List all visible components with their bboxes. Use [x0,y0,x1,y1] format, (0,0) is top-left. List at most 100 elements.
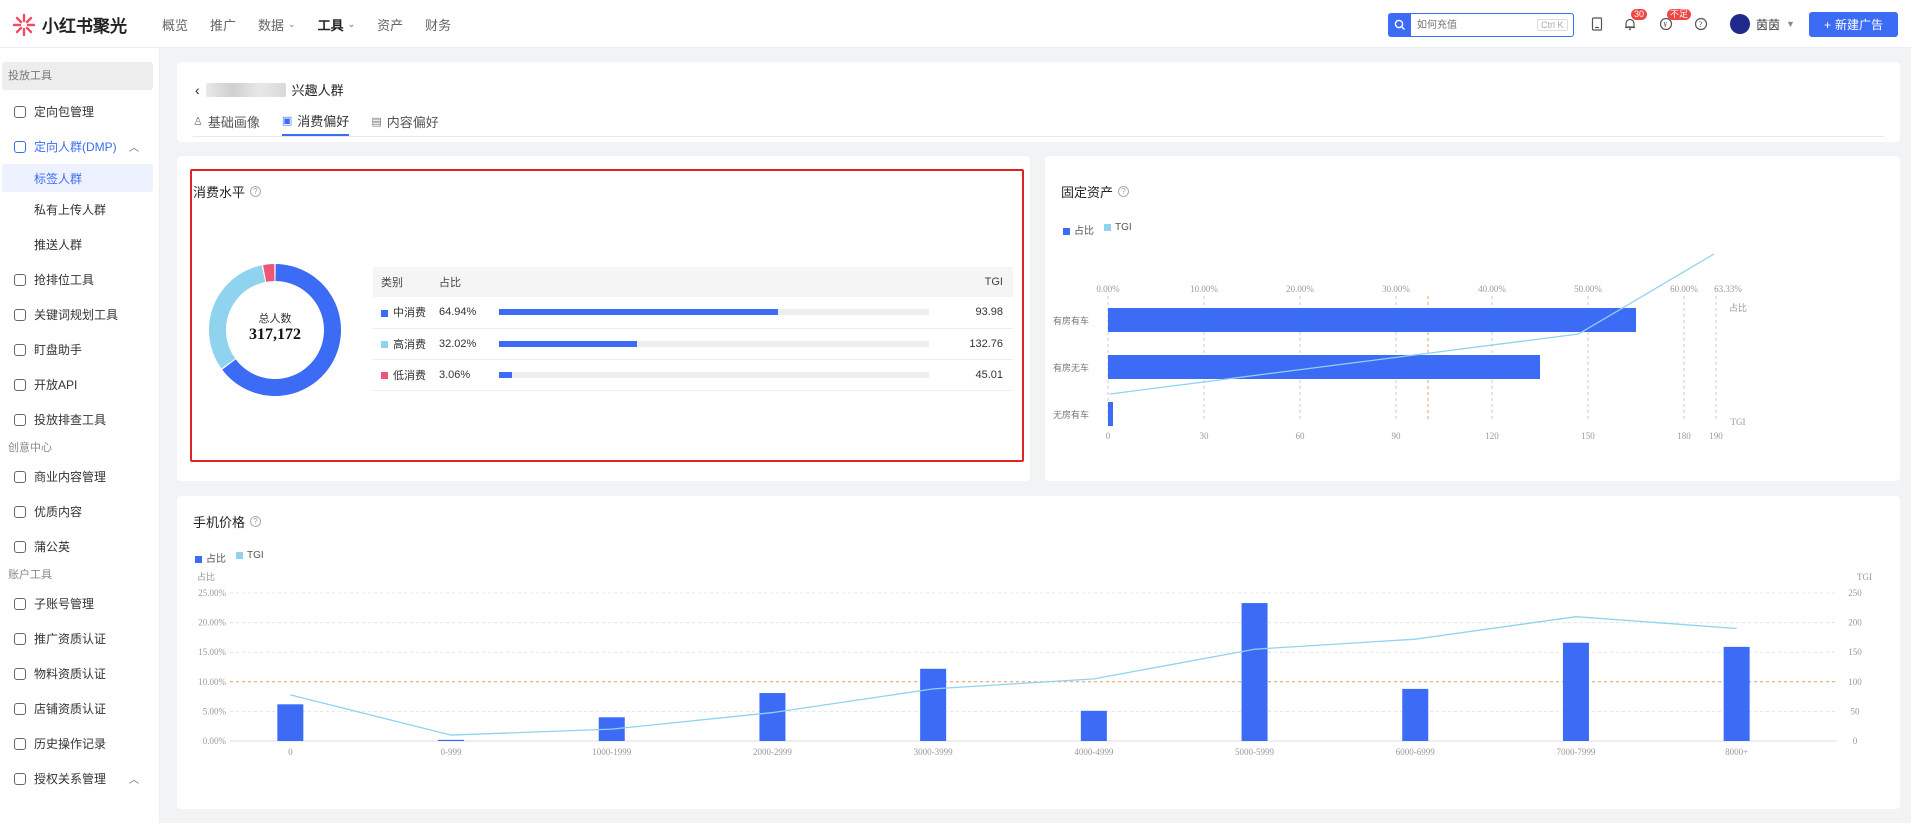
hexagon-icon [14,702,26,715]
new-ad-button[interactable]: + 新建广告 [1809,12,1898,37]
nav-item[interactable]: 数据 ⌄ [258,15,296,34]
back-arrow-icon[interactable]: ‹ [195,82,200,98]
donut-center: 总人数 317,172 [217,310,333,344]
hexagon-icon [14,737,26,750]
fixed-assets-card: 固定资产 ? 占比 TGI 0.00% 10.00% 20.00% 30.00% 40.… [1045,156,1900,481]
sidebar-item[interactable]: 优质内容 [0,494,159,529]
sidebar-section-launch: 投放工具 [2,62,153,90]
bar [1241,603,1268,741]
sidebar-item[interactable]: 子账号管理 [0,586,159,621]
sidebar-item-label: 优质内容 [34,505,83,519]
app-logo[interactable]: 小红书聚光 [12,12,127,37]
y-right-tick: 250 [1848,588,1862,598]
nav-label: 推广 [210,17,237,33]
sidebar-item-label: 私有上传人群 [34,203,107,217]
bar [1562,642,1589,741]
phone-price-title: 手机价格 [193,515,246,530]
sidebar-item[interactable]: 蒲公英 [0,529,159,564]
sidebar-item[interactable]: 定向人群(DMP) ︿ [0,129,159,164]
fixed-assets-legend: 占比 TGI [1063,222,1132,237]
help-icon[interactable]: ? [1118,186,1130,197]
hexagon-icon [14,772,26,785]
fixed-assets-title: 固定资产 [1061,185,1114,200]
tab-label: 内容偏好 [386,114,439,130]
cell-category: 中消费 [373,297,439,329]
sidebar-item[interactable]: 投放排查工具 [0,402,159,437]
tab-label: 基础画像 [207,114,260,130]
sidebar-subitem[interactable]: 标签人群 [2,164,153,192]
y-right-title: TGI [1857,572,1872,582]
help-icon[interactable]: ? [250,186,262,197]
category-label: 有房无车 [1053,362,1089,373]
sidebar-item[interactable]: 历史操作记录 [0,726,159,761]
search-shortcut: Ctrl K [1537,19,1568,31]
nav-item[interactable]: 概览 [162,15,188,34]
blurred-name [205,82,286,97]
tab-1[interactable]: ♙ 基础画像 [193,106,260,136]
help-icon[interactable]: ? [1691,14,1711,34]
hexagon-icon [14,378,26,391]
page-header: ‹ 兴趣人群 ♙ 基础画像 ▣ 消费偏好 ▤ 内容偏好 [177,62,1900,142]
x-tick-label: 7000-7999 [1556,747,1595,757]
sidebar-item[interactable]: 开放API [0,367,159,402]
search-icon[interactable] [1389,14,1411,36]
share-bar-fill [499,309,779,316]
nav-item[interactable]: 资产 [377,15,403,34]
donut-slice [263,264,275,282]
sidebar-item[interactable]: 关键词规划工具 [0,297,159,332]
hexagon-icon [14,413,26,426]
help-icon[interactable]: ? [250,516,262,527]
sidebar-item-label: 蒲公英 [34,540,71,554]
balance-badge: 不足 [1667,9,1692,20]
nav-item[interactable]: 财务 [425,15,451,34]
cell-bar [499,328,945,360]
svg-text:¥: ¥ [1664,21,1668,29]
bottom-tick-label: 190 [1709,431,1723,441]
sidebar-item[interactable]: 授权关系管理 ︿ [0,761,159,796]
tab-3[interactable]: ▤ 内容偏好 [371,106,438,136]
cell-share: 32.02% [439,328,499,360]
nav-item[interactable]: 工具 ⌄ [318,15,356,34]
balance-icon[interactable]: ¥ 不足 [1656,9,1692,34]
tab-label: 消费偏好 [297,113,350,129]
total-label: 总人数 [258,313,292,325]
nav-item[interactable]: 推广 [210,15,236,34]
tab-2[interactable]: ▣ 消费偏好 [281,106,350,136]
sidebar-item-label: 标签人群 [34,171,83,186]
consumption-title-row: 消费水平 ? [193,182,262,201]
bottom-axis-label: TGI [1731,417,1746,427]
sidebar-item-label: 子账号管理 [34,597,95,611]
cell-bar [499,359,945,391]
nav-label: 工具 [317,17,344,33]
card-icon: ▣ [281,114,293,127]
col-category: 类别 [373,267,439,297]
sidebar-item-label: 定向包管理 [34,105,95,119]
x-tick-label: 1000-1999 [592,747,631,757]
sidebar-item[interactable]: 盯盘助手 [0,332,159,367]
sidebar-item[interactable]: 抢排位工具 [0,262,159,297]
sidebar-item[interactable]: 定向包管理 [0,94,159,129]
sidebar-subitem[interactable]: 推送人群 [0,227,159,262]
y-right-tick: 50 [1851,706,1861,716]
table-row: 中消费 64.94% 93.98 [373,297,1013,329]
bottom-tick-label: 150 [1581,431,1595,441]
tab-bar: ♙ 基础画像 ▣ 消费偏好 ▤ 内容偏好 [193,106,439,136]
chevron-up-icon: ︿ [129,775,139,786]
search-input[interactable] [1411,15,1531,35]
x-tick-label: 0 [288,747,293,757]
search-box[interactable]: Ctrl K [1388,13,1574,37]
sidebar-item[interactable]: 物料资质认证 [0,656,159,691]
sidebar-item[interactable]: 商业内容管理 [0,459,159,494]
x-tick-label: 5000-5999 [1235,747,1274,757]
sidebar-item[interactable]: 店铺资质认证 [0,691,159,726]
bell-icon[interactable]: 30 [1620,9,1648,34]
tablet-icon[interactable] [1587,14,1607,34]
cell-bar [499,297,945,329]
legend-share: 占比 [195,550,226,565]
category-name: 高消费 [393,338,426,351]
fixed-assets-chart: 0.00% 10.00% 20.00% 30.00% 40.00% 50.00% 60.00… [1053,253,1747,441]
sidebar-item[interactable]: 推广资质认证 [0,621,159,656]
sidebar-subitem[interactable]: 私有上传人群 [0,192,159,227]
user-menu[interactable]: 茵茵 ▼ [1730,14,1795,34]
hexagon-icon [14,308,26,321]
